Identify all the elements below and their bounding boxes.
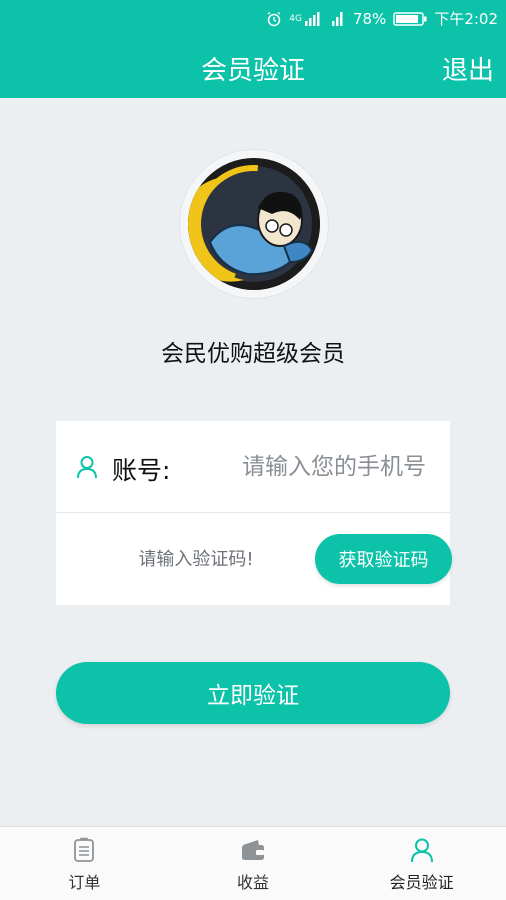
logout-button[interactable]: 退出 bbox=[442, 50, 494, 87]
user-icon bbox=[410, 838, 433, 863]
nav-item-orders[interactable]: 订单 bbox=[0, 827, 169, 900]
verify-now-button[interactable]: 立即验证 bbox=[56, 662, 450, 724]
phone-input[interactable] bbox=[206, 445, 426, 489]
code-row: 获取验证码 bbox=[56, 513, 452, 605]
member-level-title: 会民优购超级会员 bbox=[161, 341, 345, 367]
nav-item-member-verify[interactable]: 会员验证 bbox=[337, 827, 506, 900]
app-header: 会员验证 退出 bbox=[0, 36, 506, 98]
verification-form: 账号: 获取验证码 bbox=[56, 421, 452, 605]
account-label: 账号: bbox=[112, 456, 171, 485]
signal-icon-2 bbox=[331, 11, 343, 26]
get-code-button[interactable]: 获取验证码 bbox=[315, 534, 452, 584]
battery-icon bbox=[393, 11, 427, 26]
page-title: 会员验证 bbox=[200, 56, 305, 86]
nav-label-earnings: 收益 bbox=[237, 873, 270, 892]
avatar-illustration bbox=[188, 158, 320, 290]
status-icons: 4G 78% 下午2:02 bbox=[266, 8, 498, 29]
network-type: 4G bbox=[289, 13, 302, 24]
battery-percent: 78% bbox=[352, 9, 387, 28]
user-icon bbox=[77, 456, 97, 479]
wallet-icon bbox=[242, 840, 264, 860]
signal-icon bbox=[304, 11, 320, 26]
order-list-icon bbox=[74, 837, 95, 862]
nav-label-member-verify: 会员验证 bbox=[389, 873, 454, 892]
bottom-nav: 订单 收益 会员验证 bbox=[0, 826, 506, 900]
avatar[interactable] bbox=[188, 158, 320, 290]
verification-code-input[interactable] bbox=[96, 539, 296, 579]
clock: 下午2:02 bbox=[434, 10, 498, 28]
nav-item-earnings[interactable]: 收益 bbox=[169, 827, 338, 900]
status-bar: 4G 78% 下午2:02 bbox=[0, 0, 506, 36]
alarm-icon bbox=[267, 11, 281, 26]
account-row: 账号: bbox=[56, 421, 450, 513]
nav-label-orders: 订单 bbox=[68, 873, 101, 892]
